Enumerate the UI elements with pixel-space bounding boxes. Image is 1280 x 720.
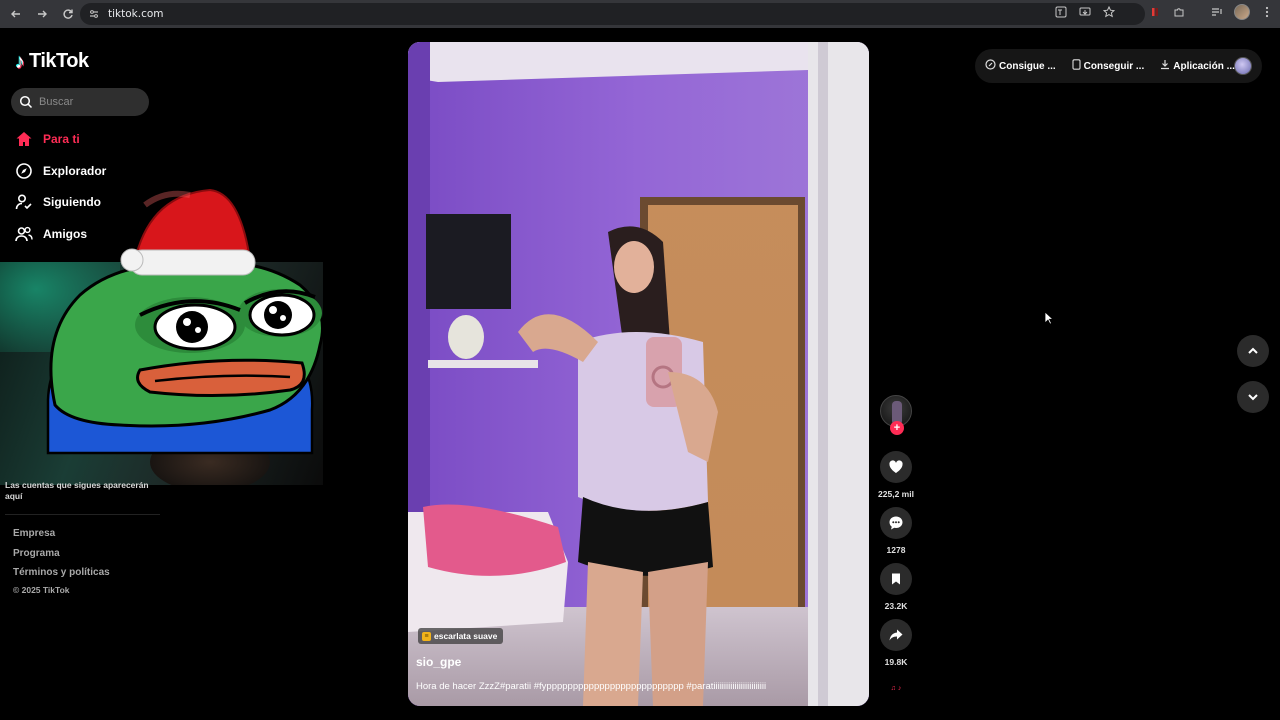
reload-icon[interactable] (56, 2, 80, 26)
friends-icon (15, 225, 33, 243)
footer-link-programa[interactable]: Programa (13, 548, 60, 559)
share-button[interactable] (880, 619, 912, 651)
get-coins-label: Consigue ... (999, 60, 1056, 72)
download-app-label: Aplicación ... (1173, 60, 1235, 72)
footer-link-terminos[interactable]: Términos y políticas (13, 567, 110, 578)
comment-count: 1278 (886, 545, 906, 555)
save-button[interactable] (880, 563, 912, 595)
next-video-button[interactable] (1237, 381, 1269, 413)
footer-link-empresa[interactable]: Empresa (13, 528, 55, 539)
pepe-santa-sticker (46, 188, 324, 455)
sidebar-item-explorador[interactable]: Explorador (15, 162, 106, 180)
bookmark-star-icon[interactable] (1102, 5, 1116, 19)
comment-button[interactable] (880, 507, 912, 539)
share-count: 19.8K (884, 657, 908, 667)
chevron-down-icon (1248, 394, 1258, 401)
get-app-label: Conseguir ... (1083, 60, 1145, 72)
download-app-button[interactable]: Aplicación ... (1160, 59, 1235, 73)
sidebar-item-label: Explorador (43, 164, 107, 178)
logo-text: TikTok (29, 50, 89, 72)
coin-icon (985, 59, 996, 73)
gold-tag-icon: ≡ (422, 631, 431, 641)
sound-tag-label: escarlata suave (434, 631, 498, 641)
top-actions-bar: Consigue ... Conseguir ... Aplicación ..… (975, 49, 1262, 83)
home-icon (15, 130, 33, 148)
follow-plus-icon[interactable]: + (890, 421, 904, 435)
search-box[interactable] (11, 88, 149, 116)
comment-icon (889, 516, 903, 530)
bookmark-icon (892, 573, 900, 585)
search-input[interactable] (39, 96, 139, 108)
back-icon[interactable] (4, 2, 28, 26)
get-coins-button[interactable]: Consigue ... (985, 59, 1056, 73)
video-player[interactable]: ≡ escarlata suave sio_gpe Hora de hacer … (408, 42, 869, 706)
tiktok-note-icon: ♪ (15, 50, 25, 73)
user-avatar[interactable] (1234, 57, 1252, 75)
install-app-icon[interactable] (1078, 5, 1092, 19)
browser-toolbar: tiktok.com (0, 0, 1280, 28)
sidebar-divider (5, 514, 160, 515)
heart-icon (889, 460, 903, 473)
extension-bar (1054, 4, 1274, 20)
extensions-puzzle-icon[interactable] (1172, 5, 1186, 19)
site-settings-icon[interactable] (88, 8, 100, 20)
more-menu-icon[interactable] (1260, 5, 1274, 19)
tiktok-logo[interactable]: ♪ TikTok (15, 50, 89, 73)
record-extension-icon[interactable] (1148, 5, 1162, 19)
video-caption[interactable]: Hora de hacer ZzzZ#paratii #fypppppppppp… (416, 681, 861, 692)
search-icon (19, 95, 33, 109)
forward-icon[interactable] (30, 2, 54, 26)
sidebar-item-label: Para ti (43, 132, 80, 146)
video-author-name[interactable]: sio_gpe (416, 655, 461, 669)
download-icon (1160, 59, 1170, 73)
copyright-text: © 2025 TikTok (13, 585, 70, 595)
sidebar-item-para-ti[interactable]: Para ti (15, 130, 80, 148)
translate-icon[interactable] (1054, 5, 1068, 19)
address-bar[interactable]: tiktok.com (80, 3, 1145, 25)
previous-video-button[interactable] (1237, 335, 1269, 367)
chevron-up-icon (1248, 347, 1258, 354)
sound-tag-chip[interactable]: ≡ escarlata suave (418, 628, 504, 644)
compass-icon (15, 162, 33, 180)
get-app-button[interactable]: Conseguir ... (1072, 59, 1145, 73)
phone-icon (1072, 59, 1081, 73)
profile-avatar-icon[interactable] (1234, 4, 1250, 20)
media-controls-icon[interactable] (1210, 5, 1224, 19)
mouse-cursor-icon (1044, 311, 1054, 325)
like-button[interactable] (880, 451, 912, 483)
following-empty-note: Las cuentas que sigues aparecerán aquí (5, 480, 149, 501)
video-frame (408, 42, 869, 706)
share-arrow-icon (889, 629, 903, 641)
url-text[interactable]: tiktok.com (108, 8, 164, 20)
music-disc-icon[interactable]: ♫ ♪ (883, 680, 909, 698)
following-icon (15, 193, 33, 211)
save-count: 23.2K (884, 601, 908, 611)
like-count: 225,2 mil (878, 489, 914, 499)
